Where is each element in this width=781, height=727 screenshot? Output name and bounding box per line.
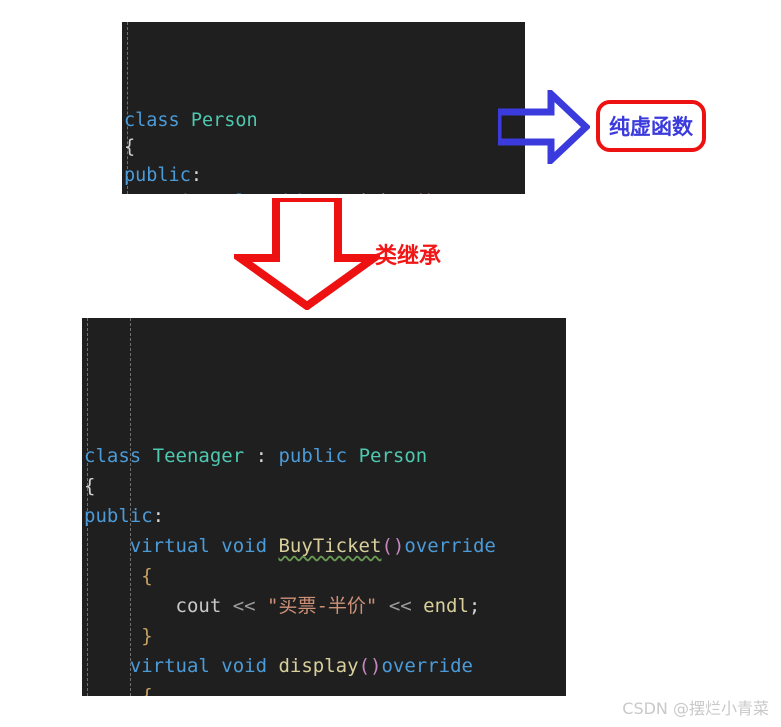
code-token: "买票-半价": [267, 595, 378, 617]
code-token: cout: [175, 595, 233, 617]
code-token: void: [221, 535, 279, 557]
code-token: endl: [423, 595, 469, 617]
pure-virtual-function-callout: 纯虚函数: [596, 100, 706, 152]
code-token: (): [381, 535, 405, 557]
code-token: class: [84, 445, 153, 467]
code-token: =: [436, 192, 469, 194]
red-down-arrow-icon: [227, 194, 387, 311]
class-inheritance-label: 类继承: [375, 244, 442, 269]
derived-class-code-lines: class Teenager : public Person { public: v…: [82, 441, 566, 696]
code-token: }: [141, 625, 153, 647]
code-token: :: [255, 445, 279, 467]
code-token: :: [190, 164, 202, 186]
csdn-watermark: CSDN @摆烂小青菜: [622, 699, 769, 718]
code-token: {: [124, 137, 136, 158]
code-token: virtual: [129, 655, 222, 677]
code-token: ;: [480, 192, 491, 194]
code-line: cout << "买票-半价" << endl;: [82, 591, 566, 621]
code-token: override: [381, 655, 473, 677]
code-token: public: [278, 445, 359, 467]
code-token: <<: [377, 595, 424, 617]
code-token: ;: [468, 595, 481, 617]
code-line: virtual void BuyTicket()override: [82, 531, 566, 561]
code-token: override: [404, 535, 496, 557]
code-token: void: [221, 655, 279, 677]
code-token: 0: [469, 192, 480, 194]
code-token: BuyTicket: [313, 192, 413, 194]
code-token: (): [358, 655, 382, 677]
code-line: virtual void display()override: [82, 651, 566, 681]
base-class-code-block: class Person{public: virtual void BuyTic…: [122, 22, 525, 194]
derived-class-code-block: class Teenager : public Person { public: v…: [82, 318, 566, 696]
code-token: :: [152, 505, 165, 527]
code-line: public:: [122, 162, 525, 190]
code-line: virtual void BuyTicket() = 0;: [122, 189, 525, 194]
code-line: class Person: [122, 107, 525, 135]
code-line: class Teenager : public Person: [82, 441, 566, 471]
code-token: virtual: [169, 192, 258, 194]
code-token: <<: [232, 595, 268, 617]
code-token: void: [258, 192, 314, 194]
code-token: Person: [358, 445, 428, 467]
code-token: Person: [190, 109, 258, 131]
code-line: {: [122, 134, 525, 162]
code-token: virtual: [129, 535, 222, 557]
code-token: Teenager: [152, 445, 256, 467]
code-token: {: [141, 685, 153, 696]
code-line: public:: [82, 501, 566, 531]
base-class-code-lines: class Person{public: virtual void BuyTic…: [122, 107, 525, 195]
blue-right-arrow-icon: [494, 85, 592, 169]
code-line: {: [82, 561, 566, 591]
code-token: public: [124, 164, 191, 186]
code-token: {: [141, 565, 153, 587]
code-line: {: [82, 471, 566, 501]
code-token: {: [84, 475, 96, 497]
code-token: (): [414, 192, 436, 194]
code-line: {: [82, 681, 566, 696]
code-token: display: [278, 655, 359, 677]
code-token: class: [124, 109, 191, 131]
code-token: BuyTicket: [278, 535, 382, 557]
code-token: public: [84, 505, 153, 527]
code-line: }: [82, 621, 566, 651]
pure-virtual-function-label: 纯虚函数: [609, 115, 693, 139]
